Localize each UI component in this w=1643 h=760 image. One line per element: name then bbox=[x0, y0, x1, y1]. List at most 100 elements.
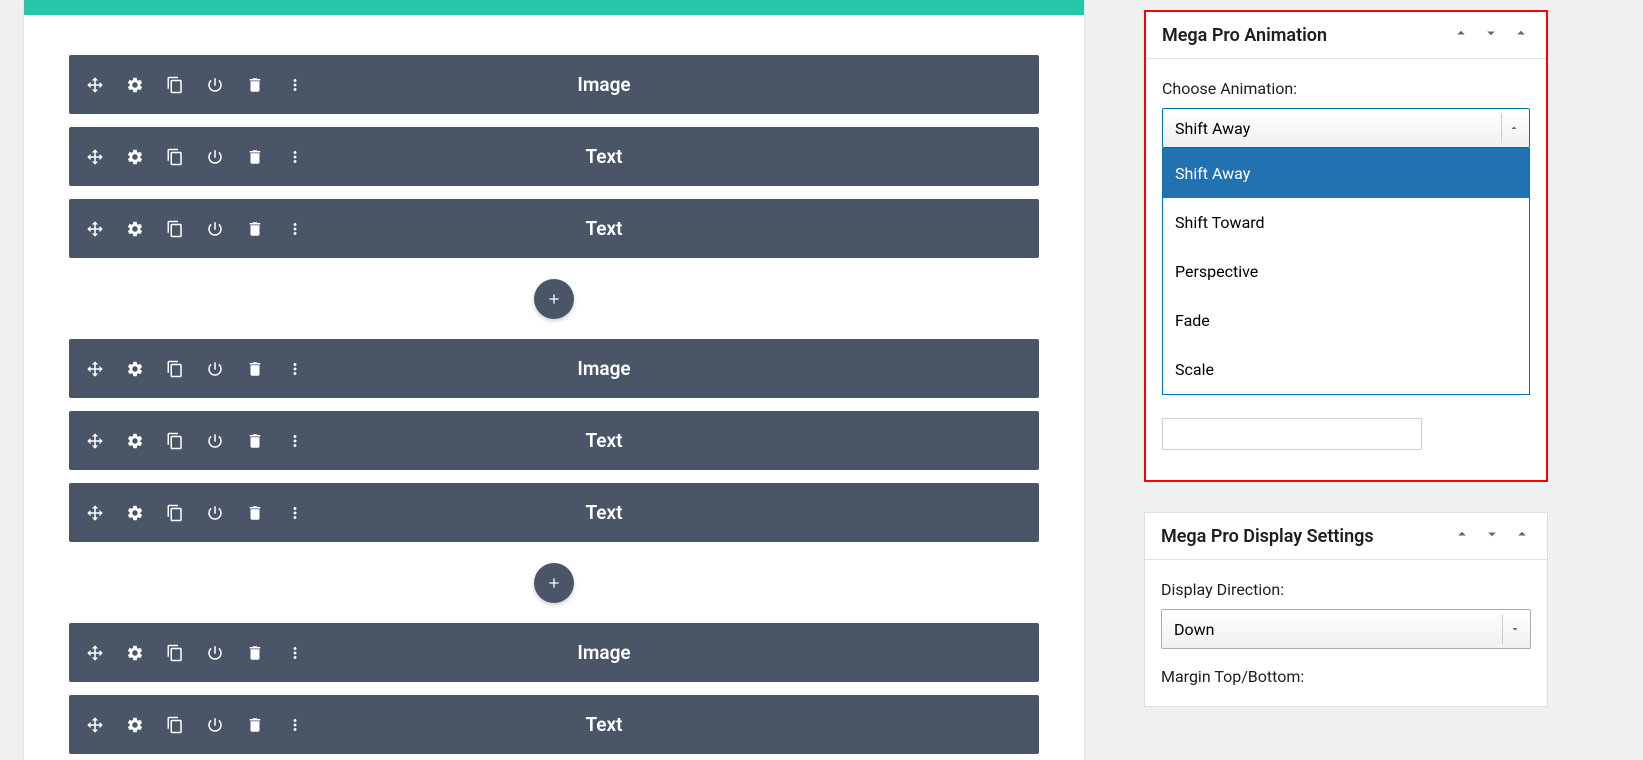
move-icon[interactable] bbox=[85, 75, 105, 95]
gear-icon[interactable] bbox=[125, 147, 145, 167]
power-icon[interactable] bbox=[205, 359, 225, 379]
move-down-icon[interactable] bbox=[1482, 24, 1500, 46]
move-icon[interactable] bbox=[85, 219, 105, 239]
direction-select[interactable]: Down bbox=[1161, 609, 1531, 649]
more-icon[interactable] bbox=[285, 431, 305, 451]
animation-option-fade[interactable]: Fade bbox=[1163, 296, 1529, 345]
block-container: Image Text bbox=[24, 15, 1084, 754]
add-block-button[interactable] bbox=[534, 279, 574, 319]
collapse-icon[interactable] bbox=[1513, 525, 1531, 547]
chevron-down-icon bbox=[1502, 614, 1526, 644]
more-icon[interactable] bbox=[285, 715, 305, 735]
duplicate-icon[interactable] bbox=[165, 715, 185, 735]
animation-option-perspective[interactable]: Perspective bbox=[1163, 247, 1529, 296]
add-button-wrap bbox=[69, 555, 1039, 623]
trash-icon[interactable] bbox=[245, 147, 265, 167]
direction-selected-value: Down bbox=[1174, 620, 1214, 639]
power-icon[interactable] bbox=[205, 75, 225, 95]
block-toolbar bbox=[85, 219, 305, 239]
block-group: Image Text bbox=[69, 55, 1039, 258]
trash-icon[interactable] bbox=[245, 431, 265, 451]
panel-header[interactable]: Mega Pro Animation bbox=[1146, 12, 1546, 59]
move-icon[interactable] bbox=[85, 715, 105, 735]
duplicate-icon[interactable] bbox=[165, 431, 185, 451]
panel-header[interactable]: Mega Pro Display Settings bbox=[1145, 513, 1547, 560]
move-icon[interactable] bbox=[85, 359, 105, 379]
block-label: Image bbox=[305, 357, 903, 380]
move-icon[interactable] bbox=[85, 503, 105, 523]
trash-icon[interactable] bbox=[245, 503, 265, 523]
gear-icon[interactable] bbox=[125, 359, 145, 379]
move-up-icon[interactable] bbox=[1453, 525, 1471, 547]
trash-icon[interactable] bbox=[245, 359, 265, 379]
duplicate-icon[interactable] bbox=[165, 359, 185, 379]
power-icon[interactable] bbox=[205, 503, 225, 523]
move-down-icon[interactable] bbox=[1483, 525, 1501, 547]
more-icon[interactable] bbox=[285, 219, 305, 239]
block-toolbar bbox=[85, 147, 305, 167]
duplicate-icon[interactable] bbox=[165, 219, 185, 239]
move-icon[interactable] bbox=[85, 147, 105, 167]
power-icon[interactable] bbox=[205, 431, 225, 451]
block-toolbar bbox=[85, 643, 305, 663]
block-group: Image Text bbox=[69, 339, 1039, 542]
duplicate-icon[interactable] bbox=[165, 503, 185, 523]
power-icon[interactable] bbox=[205, 147, 225, 167]
animation-selected-value: Shift Away bbox=[1175, 119, 1250, 138]
trash-icon[interactable] bbox=[245, 715, 265, 735]
gear-icon[interactable] bbox=[125, 715, 145, 735]
gear-icon[interactable] bbox=[125, 643, 145, 663]
block-item[interactable]: Text bbox=[69, 411, 1039, 470]
block-item[interactable]: Text bbox=[69, 483, 1039, 542]
trash-icon[interactable] bbox=[245, 643, 265, 663]
duplicate-icon[interactable] bbox=[165, 147, 185, 167]
more-icon[interactable] bbox=[285, 503, 305, 523]
gear-icon[interactable] bbox=[125, 503, 145, 523]
move-icon[interactable] bbox=[85, 643, 105, 663]
power-icon[interactable] bbox=[205, 643, 225, 663]
block-label: Text bbox=[305, 145, 903, 168]
gear-icon[interactable] bbox=[125, 431, 145, 451]
add-block-button[interactable] bbox=[534, 563, 574, 603]
panel-title: Mega Pro Animation bbox=[1162, 25, 1327, 46]
block-label: Image bbox=[305, 641, 903, 664]
move-up-icon[interactable] bbox=[1452, 24, 1470, 46]
block-item[interactable]: Text bbox=[69, 695, 1039, 754]
block-label: Text bbox=[305, 713, 903, 736]
animation-select-button[interactable]: Shift Away bbox=[1162, 108, 1530, 148]
animation-option-scale[interactable]: Scale bbox=[1163, 345, 1529, 394]
block-item[interactable]: Image bbox=[69, 623, 1039, 682]
duplicate-icon[interactable] bbox=[165, 75, 185, 95]
block-toolbar bbox=[85, 715, 305, 735]
collapse-icon[interactable] bbox=[1512, 24, 1530, 46]
more-icon[interactable] bbox=[285, 643, 305, 663]
block-item[interactable]: Text bbox=[69, 127, 1039, 186]
animation-select: Shift Away Shift Away Shift Toward Persp… bbox=[1162, 108, 1530, 148]
panel-body: Display Direction: Down Margin Top/Botto… bbox=[1145, 560, 1547, 706]
move-icon[interactable] bbox=[85, 431, 105, 451]
power-icon[interactable] bbox=[205, 715, 225, 735]
block-label: Image bbox=[305, 73, 903, 96]
trash-icon[interactable] bbox=[245, 75, 265, 95]
power-icon[interactable] bbox=[205, 219, 225, 239]
duplicate-icon[interactable] bbox=[165, 643, 185, 663]
input-field[interactable] bbox=[1162, 418, 1422, 450]
block-item[interactable]: Text bbox=[69, 199, 1039, 258]
gear-icon[interactable] bbox=[125, 219, 145, 239]
more-icon[interactable] bbox=[285, 147, 305, 167]
animation-dropdown: Shift Away Shift Toward Perspective Fade… bbox=[1162, 148, 1530, 395]
block-item[interactable]: Image bbox=[69, 55, 1039, 114]
block-toolbar bbox=[85, 75, 305, 95]
block-item[interactable]: Image bbox=[69, 339, 1039, 398]
editor-content: Image Text bbox=[24, 0, 1084, 760]
block-toolbar bbox=[85, 359, 305, 379]
gear-icon[interactable] bbox=[125, 75, 145, 95]
more-icon[interactable] bbox=[285, 75, 305, 95]
animation-option-shift-toward[interactable]: Shift Toward bbox=[1163, 198, 1529, 247]
animation-option-shift-away[interactable]: Shift Away bbox=[1163, 149, 1529, 198]
chevron-up-icon bbox=[1501, 113, 1525, 143]
more-icon[interactable] bbox=[285, 359, 305, 379]
settings-sidebar: Mega Pro Animation Choose Animation: Shi… bbox=[1108, 0, 1643, 760]
block-label: Text bbox=[305, 217, 903, 240]
trash-icon[interactable] bbox=[245, 219, 265, 239]
